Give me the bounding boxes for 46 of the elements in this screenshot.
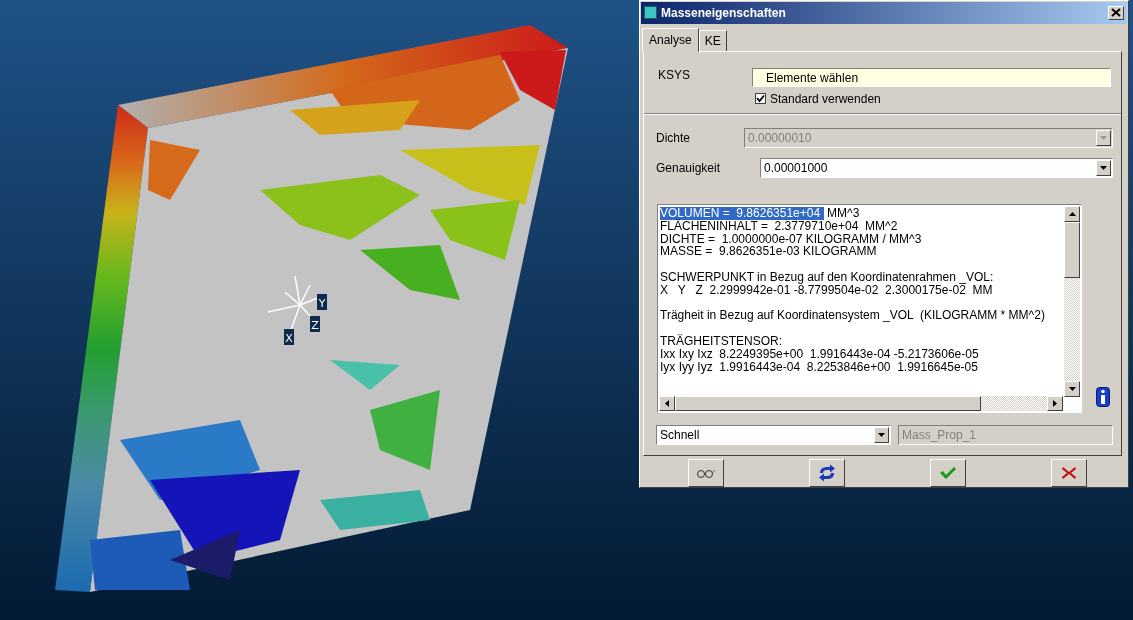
result-line: Trägheit in Bezug auf Koordinatensystem _VOL (KILOGRAMM * MM^2)	[660, 309, 1046, 323]
vertical-scrollbar[interactable]	[1064, 205, 1080, 397]
scrollbar-thumb[interactable]	[1064, 221, 1080, 278]
result-line: MASSE = 9.8626351e-03 KILOGRAMM	[660, 245, 878, 259]
glasses-icon	[695, 468, 717, 478]
ok-button[interactable]	[930, 459, 966, 487]
result-line: TRÄGHEITSTENSOR:	[660, 334, 783, 348]
method-dropdown[interactable]: Schnell	[656, 424, 891, 445]
dropdown[interactable]: 0.00001000	[760, 157, 1113, 178]
tab[interactable]: KE	[698, 29, 727, 52]
results-text-area[interactable]	[657, 203, 1082, 413]
checkbox-label: Standard verwenden	[770, 91, 881, 106]
window-icon	[644, 6, 657, 20]
cancel-button[interactable]	[1051, 459, 1087, 487]
field-label: Genauigkeit	[656, 160, 722, 175]
axis-label: Y	[318, 297, 326, 310]
preview-button[interactable]	[688, 459, 724, 487]
selection-field[interactable]: Elemente wählen	[752, 67, 1111, 87]
tab[interactable]: Analyse	[642, 27, 699, 52]
close-button[interactable]	[1108, 5, 1124, 20]
refresh-icon	[817, 464, 837, 482]
result-line: Iyx Iyy Iyz 1.9916443e-04 8.2253846e+00 1.9916645e-05	[660, 360, 979, 374]
scroll-left-arrow-icon[interactable]	[665, 399, 669, 407]
info-icon[interactable]	[1096, 386, 1110, 407]
result-line: X Y Z 2.2999942e-01 -8.7799504e-02 2.3000175e-02 MM	[660, 283, 994, 297]
close-icon	[1061, 466, 1077, 480]
result-line: DICHTE = 1.0000000e-07 KILOGRAMM / MM^3	[660, 232, 923, 246]
field-label: Dichte	[656, 130, 691, 145]
axis-triad-icon	[267, 275, 319, 331]
field-label: KSYS	[658, 67, 691, 84]
axis-label: X	[285, 332, 293, 345]
checkmark-icon	[939, 466, 957, 480]
scroll-right-arrow-icon[interactable]	[1053, 399, 1057, 407]
scroll-down-arrow-icon[interactable]	[1068, 386, 1076, 391]
result-line: Ixx Ixy Ixz 8.2249395e+00 1.9916443e-04 -5.2173606e-05	[660, 347, 980, 361]
scrollbar-thumb[interactable]	[675, 395, 981, 411]
checkbox[interactable]	[755, 93, 766, 105]
horizontal-scrollbar[interactable]	[659, 395, 1063, 411]
result-line: SCHWERPUNKT in Bezug auf den Koordinatenrahmen _VOL:	[660, 270, 995, 284]
window-title: Masseneigenschaften	[661, 5, 787, 20]
selected-text: VOLUMEN = 9.8626351e+04	[660, 206, 825, 220]
result-line: MM^3	[826, 206, 860, 220]
axis-label: Z	[311, 319, 319, 332]
scroll-up-arrow-icon[interactable]	[1068, 211, 1076, 216]
repeat-button[interactable]	[809, 459, 845, 487]
result-line: FLÄCHENINHALT = 2.3779710e+04 MM^2	[660, 219, 899, 233]
